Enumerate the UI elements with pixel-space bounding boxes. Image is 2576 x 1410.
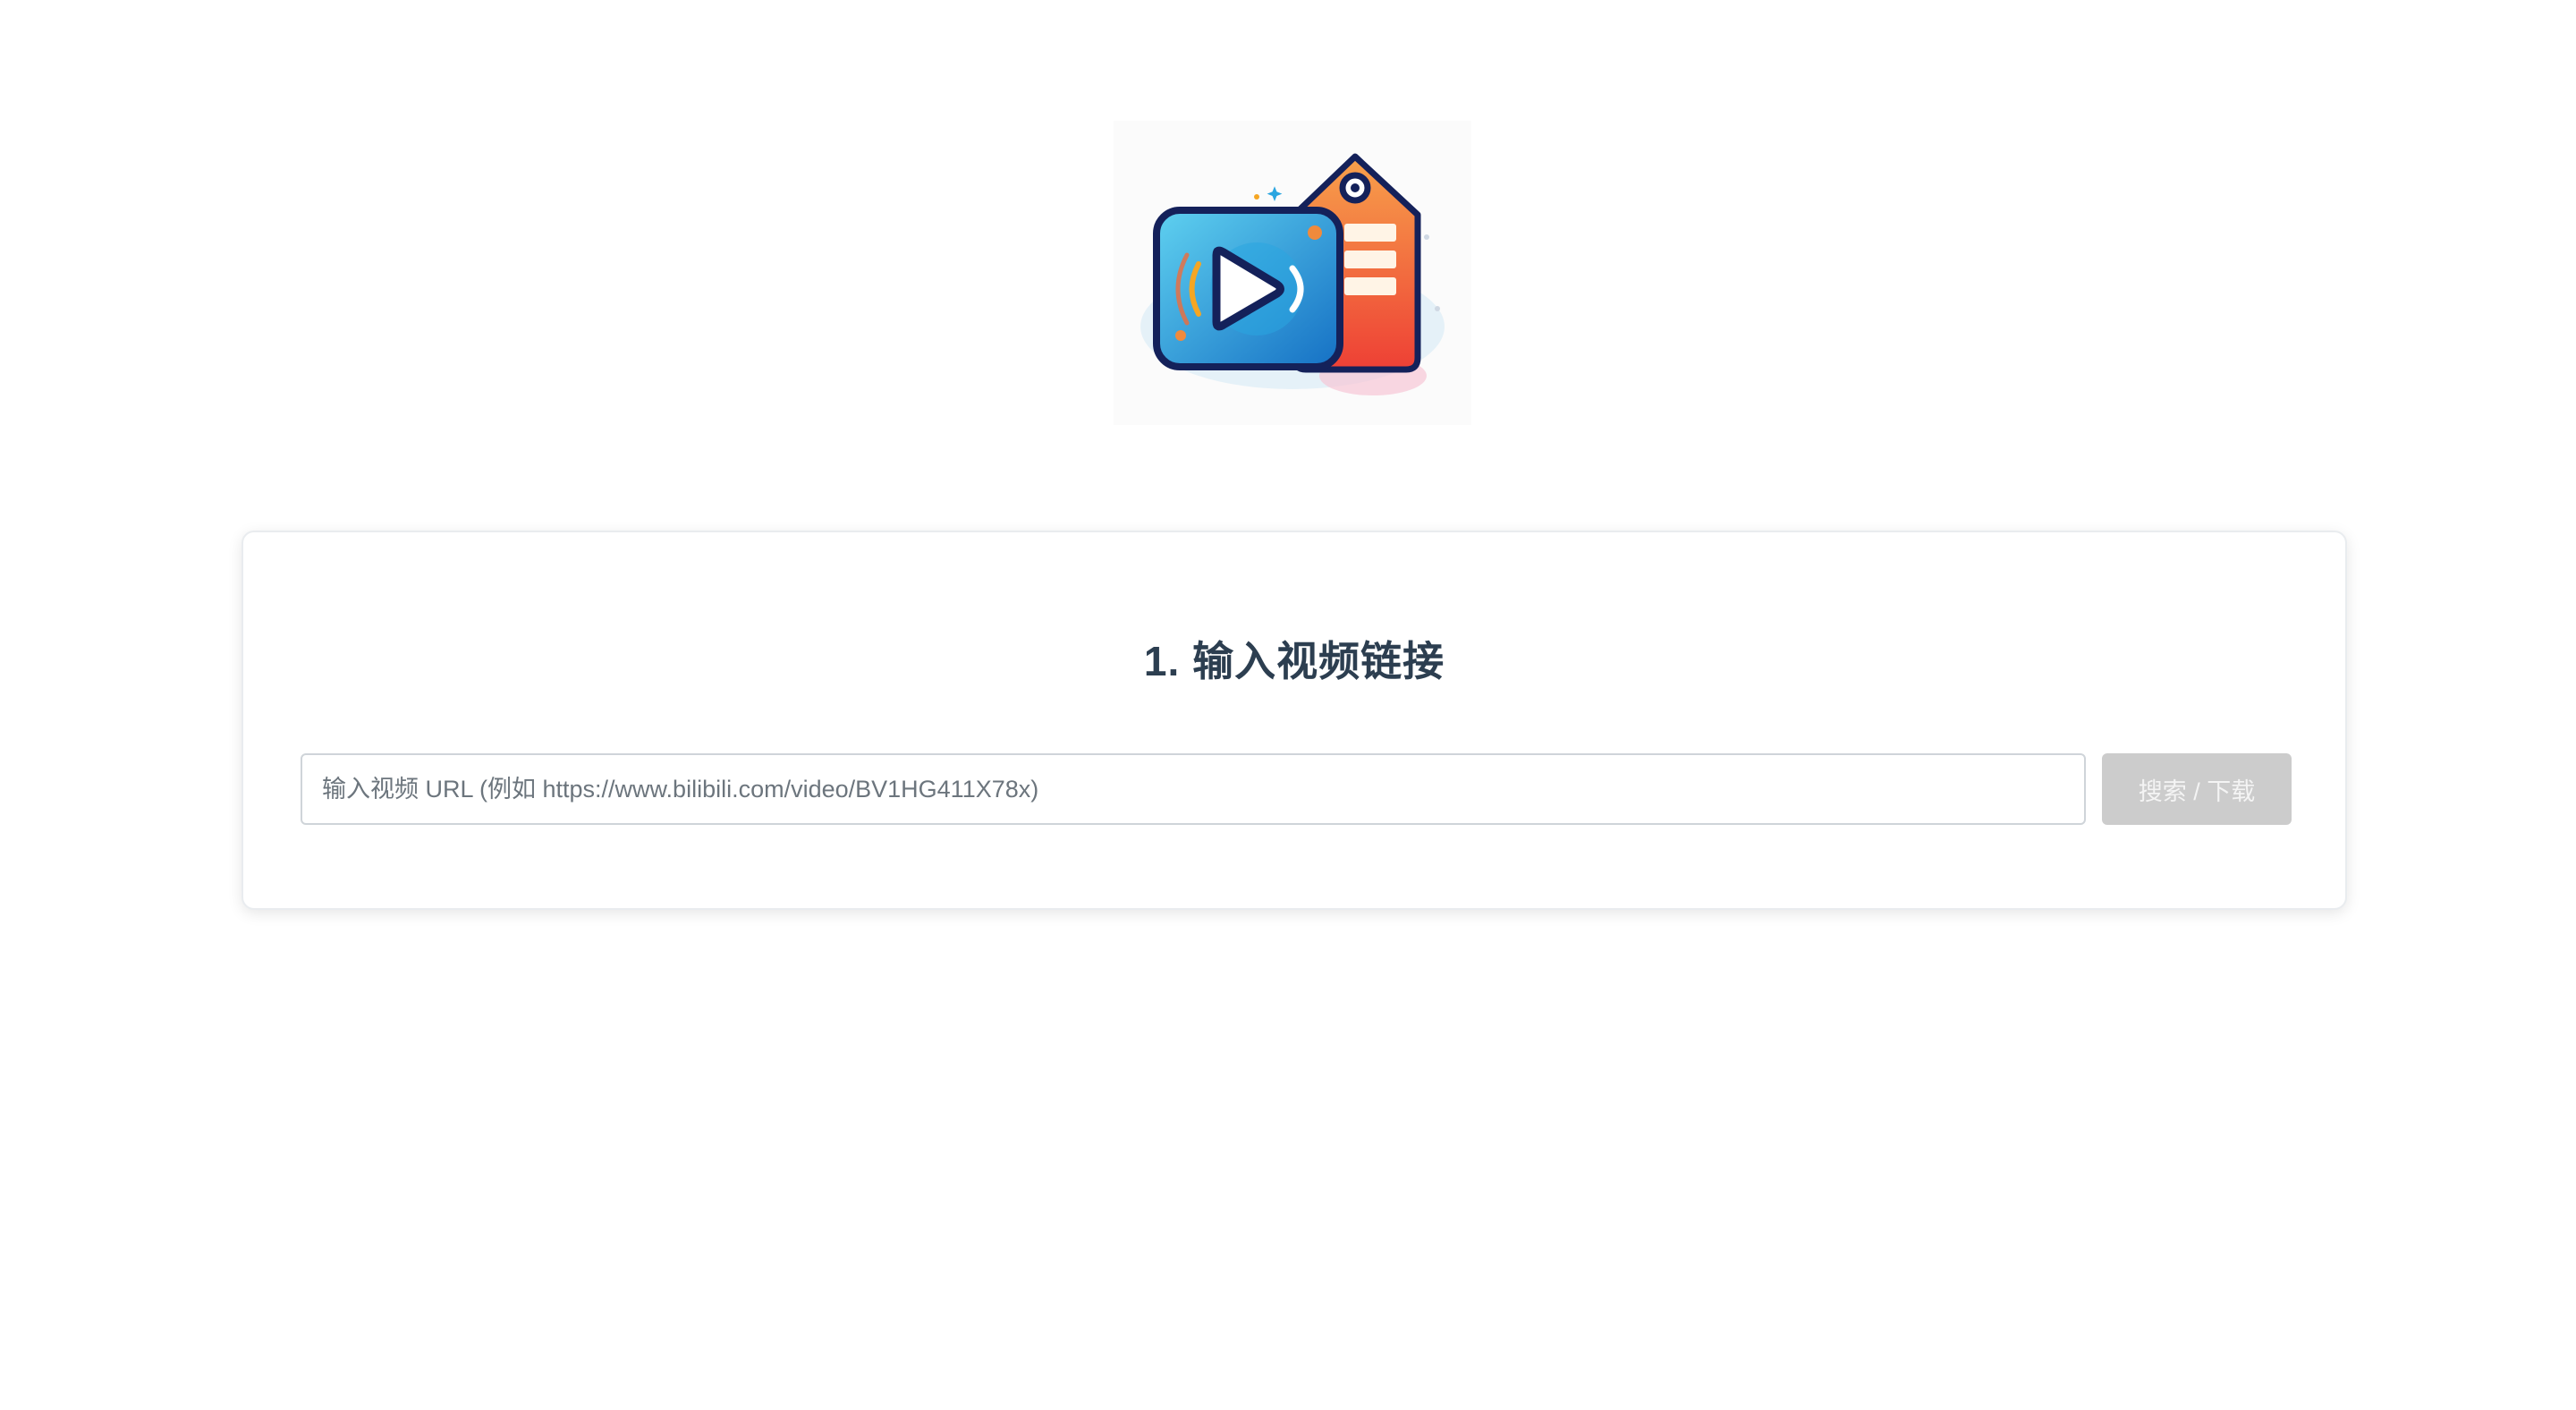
app-logo xyxy=(1114,121,1471,425)
input-card: 1. 输入视频链接 搜索 / 下载 xyxy=(242,531,2347,910)
section-title: 1. 输入视频链接 xyxy=(1143,638,1445,684)
video-tag-logo-icon xyxy=(1140,153,1445,395)
video-url-input[interactable] xyxy=(301,753,2086,825)
page: 1. 输入视频链接 搜索 / 下载 xyxy=(0,0,2576,1410)
search-download-button[interactable]: 搜索 / 下载 xyxy=(2102,753,2292,825)
